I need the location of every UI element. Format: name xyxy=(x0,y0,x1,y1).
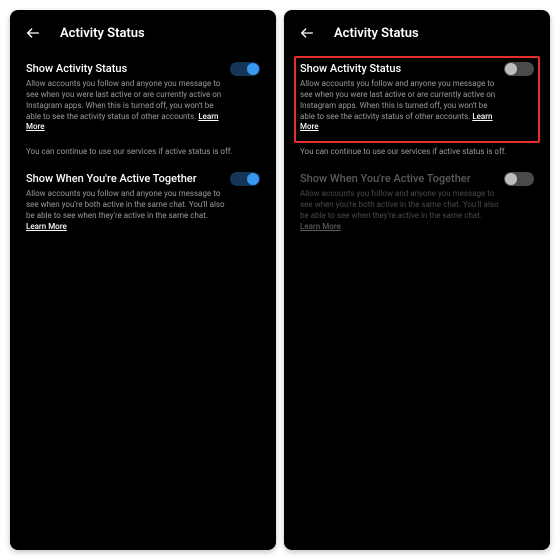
header: Activity Status xyxy=(294,24,540,56)
phone-right: Activity Status Show Activity Status All… xyxy=(284,10,550,550)
header: Activity Status xyxy=(20,24,266,56)
setting-row: Show Activity Status xyxy=(300,62,534,76)
toggle-active-together[interactable] xyxy=(504,172,534,186)
setting-title: Show Activity Status xyxy=(26,62,127,76)
setting-active-together: Show When You're Active Together Allow a… xyxy=(294,166,540,242)
setting-active-together: Show When You're Active Together Allow a… xyxy=(20,166,266,242)
toggle-show-activity-status[interactable] xyxy=(504,62,534,76)
page-title: Activity Status xyxy=(334,26,419,41)
setting-show-activity-status: Show Activity Status Allow accounts you … xyxy=(20,56,266,143)
setting-title: Show When You're Active Together xyxy=(26,172,197,186)
setting-row: Show Activity Status xyxy=(26,62,260,76)
phone-left: Activity Status Show Activity Status All… xyxy=(10,10,276,550)
back-arrow-icon[interactable] xyxy=(298,24,316,42)
desc-text: Allow accounts you follow and anyone you… xyxy=(26,189,225,220)
back-arrow-icon[interactable] xyxy=(24,24,42,42)
setting-description: Allow accounts you follow and anyone you… xyxy=(26,189,260,232)
toggle-active-together[interactable] xyxy=(230,172,260,186)
toggle-show-activity-status[interactable] xyxy=(230,62,260,76)
setting-description: Allow accounts you follow and anyone you… xyxy=(26,79,260,133)
info-note: You can continue to use our services if … xyxy=(294,143,540,166)
desc-text: Allow accounts you follow and anyone you… xyxy=(26,79,221,120)
setting-title: Show Activity Status xyxy=(300,62,401,76)
desc-text: Allow accounts you follow and anyone you… xyxy=(300,79,495,120)
desc-text: Allow accounts you follow and anyone you… xyxy=(300,189,499,220)
page-title: Activity Status xyxy=(60,26,145,41)
setting-row: Show When You're Active Together xyxy=(300,172,534,186)
setting-title: Show When You're Active Together xyxy=(300,172,471,186)
setting-show-activity-status: Show Activity Status Allow accounts you … xyxy=(294,56,540,143)
learn-more-link[interactable]: Learn More xyxy=(300,222,341,231)
learn-more-link[interactable]: Learn More xyxy=(26,222,67,231)
setting-row: Show When You're Active Together xyxy=(26,172,260,186)
info-note: You can continue to use our services if … xyxy=(20,143,266,166)
setting-description: Allow accounts you follow and anyone you… xyxy=(300,189,534,232)
setting-description: Allow accounts you follow and anyone you… xyxy=(300,79,534,133)
